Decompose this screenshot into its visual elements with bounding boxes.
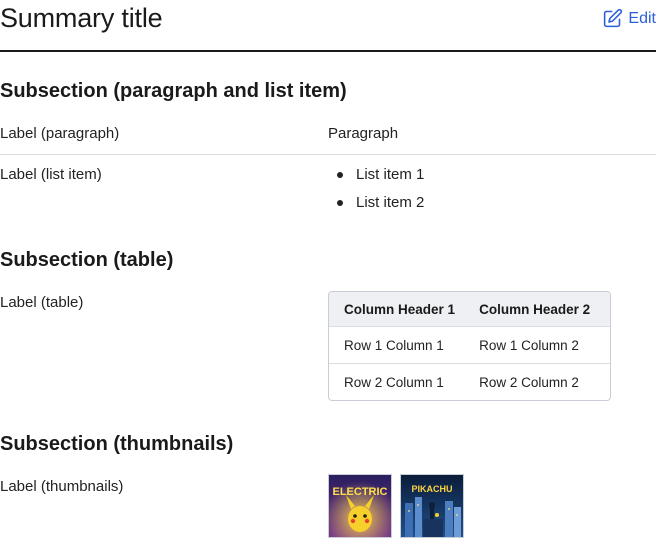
table-row: Row 2 Column 1 Row 2 Column 2 (329, 363, 610, 400)
subsection-heading-table: Subsection (table) (0, 249, 174, 271)
subsection-heading-thumbnails: Subsection (thumbnails) (0, 433, 234, 455)
paragraph-value: Paragraph (328, 125, 399, 142)
bulleted-list: List item 1 List item 2 (328, 165, 424, 221)
table-label: Label (table) (0, 294, 84, 311)
list-item: List item 2 (328, 193, 424, 221)
row-divider (0, 154, 656, 155)
table-cell: Row 2 Column 2 (477, 363, 610, 400)
list-item: List item 1 (328, 165, 424, 193)
table-cell: Row 2 Column 1 (329, 363, 478, 400)
page-title: Summary title (0, 3, 163, 33)
edit-icon (602, 8, 623, 29)
thumbnail-list: ELECTRIC PIKACHU (328, 474, 464, 538)
subsection-heading-paragraph-list: Subsection (paragraph and list item) (0, 80, 347, 102)
poster-thumbnail-icon: PIKACHU (401, 475, 463, 537)
table-cell: Row 1 Column 2 (477, 326, 610, 364)
poster-text: ELECTRIC (333, 486, 388, 498)
list-item-label: Label (list item) (0, 166, 102, 183)
column-header: Column Header 2 (477, 292, 610, 327)
thumbnails-label: Label (thumbnails) (0, 478, 124, 495)
thumbnail-electric[interactable]: ELECTRIC (328, 474, 392, 538)
thumbnail-pikachu[interactable]: PIKACHU (400, 474, 464, 538)
column-header: Column Header 1 (329, 292, 478, 327)
edit-label: Edit (628, 9, 656, 27)
table-header-row: Column Header 1 Column Header 2 (329, 292, 610, 327)
summary-header: Summary title Edit (0, 0, 656, 52)
poster-thumbnail-icon: ELECTRIC (329, 475, 391, 537)
list-value: List item 1 List item 2 (328, 165, 424, 221)
edit-button[interactable]: Edit (602, 8, 656, 29)
table-cell: Row 1 Column 1 (329, 326, 478, 364)
paragraph-label: Label (paragraph) (0, 125, 120, 142)
table-row: Row 1 Column 1 Row 1 Column 2 (329, 326, 610, 364)
poster-text: PIKACHU (411, 484, 452, 494)
data-table: Column Header 1 Column Header 2 Row 1 Co… (328, 291, 611, 401)
